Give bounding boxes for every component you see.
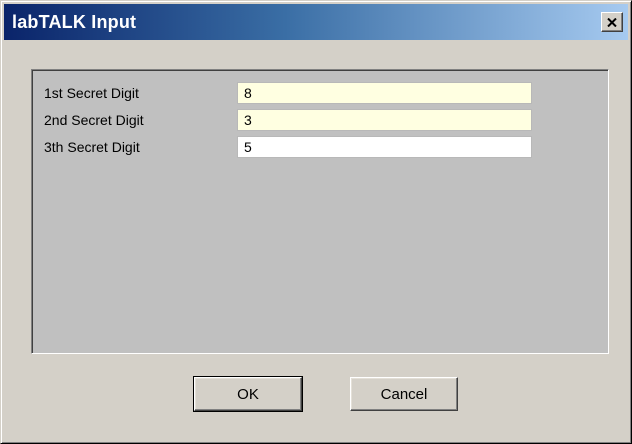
input-panel: 1st Secret Digit 2nd Secret Digit 3th Se…: [31, 69, 609, 354]
field-label-1st-secret-digit: 1st Secret Digit: [44, 85, 139, 101]
cancel-button[interactable]: Cancel: [350, 377, 458, 411]
window-title: labTALK Input: [12, 12, 137, 32]
field-input-3th-secret-digit[interactable]: [237, 136, 532, 158]
ok-button[interactable]: OK: [193, 376, 303, 412]
dialog-window: labTALK Input 1st Secret Digit 2nd Secre…: [0, 0, 632, 444]
field-label-2nd-secret-digit: 2nd Secret Digit: [44, 112, 144, 128]
close-icon: [607, 17, 617, 27]
field-input-2nd-secret-digit[interactable]: [237, 109, 532, 131]
field-input-1st-secret-digit[interactable]: [237, 82, 532, 104]
title-bar[interactable]: labTALK Input: [4, 4, 628, 40]
close-button[interactable]: [601, 12, 623, 32]
field-label-3th-secret-digit: 3th Secret Digit: [44, 139, 140, 155]
